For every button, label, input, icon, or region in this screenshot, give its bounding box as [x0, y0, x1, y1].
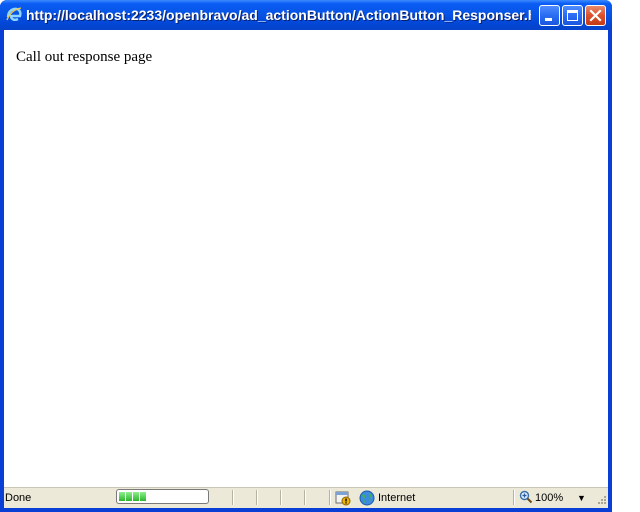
- response-text: Call out response page: [16, 49, 153, 65]
- status-bar: Done Internet 100% ▼: [4, 487, 608, 509]
- status-separator: [513, 490, 515, 505]
- status-separator: [280, 490, 282, 505]
- close-button[interactable]: [585, 5, 606, 26]
- status-separator: [256, 490, 258, 505]
- progress-fill: [119, 492, 146, 501]
- status-separator: [329, 490, 331, 505]
- title-bar[interactable]: http://localhost:2233/openbravo/ad_actio…: [0, 0, 612, 30]
- window-frame-bottom: [0, 508, 612, 512]
- window-title: http://localhost:2233/openbravo/ad_actio…: [26, 7, 531, 23]
- zoom-level[interactable]: 100%: [535, 491, 563, 505]
- security-zone-label: Internet: [378, 492, 416, 504]
- globe-icon: [359, 490, 375, 506]
- status-text: Done: [5, 492, 32, 504]
- status-separator: [232, 490, 234, 505]
- progress-bar: [116, 489, 209, 504]
- minimize-icon: [545, 18, 552, 21]
- page-content: Call out response page: [4, 30, 608, 487]
- browser-window: http://localhost:2233/openbravo/ad_actio…: [0, 0, 612, 512]
- resize-grip-icon[interactable]: [596, 494, 606, 504]
- internet-explorer-icon: [6, 7, 22, 21]
- maximize-button[interactable]: [562, 5, 583, 26]
- zoom-dropdown-arrow-icon[interactable]: ▼: [577, 491, 586, 505]
- maximize-icon: [567, 10, 578, 21]
- minimize-button[interactable]: [539, 5, 560, 26]
- status-separator: [304, 490, 306, 505]
- close-icon: [589, 9, 602, 22]
- security-lock-icon[interactable]: [335, 490, 351, 506]
- magnifier-icon[interactable]: [519, 490, 533, 504]
